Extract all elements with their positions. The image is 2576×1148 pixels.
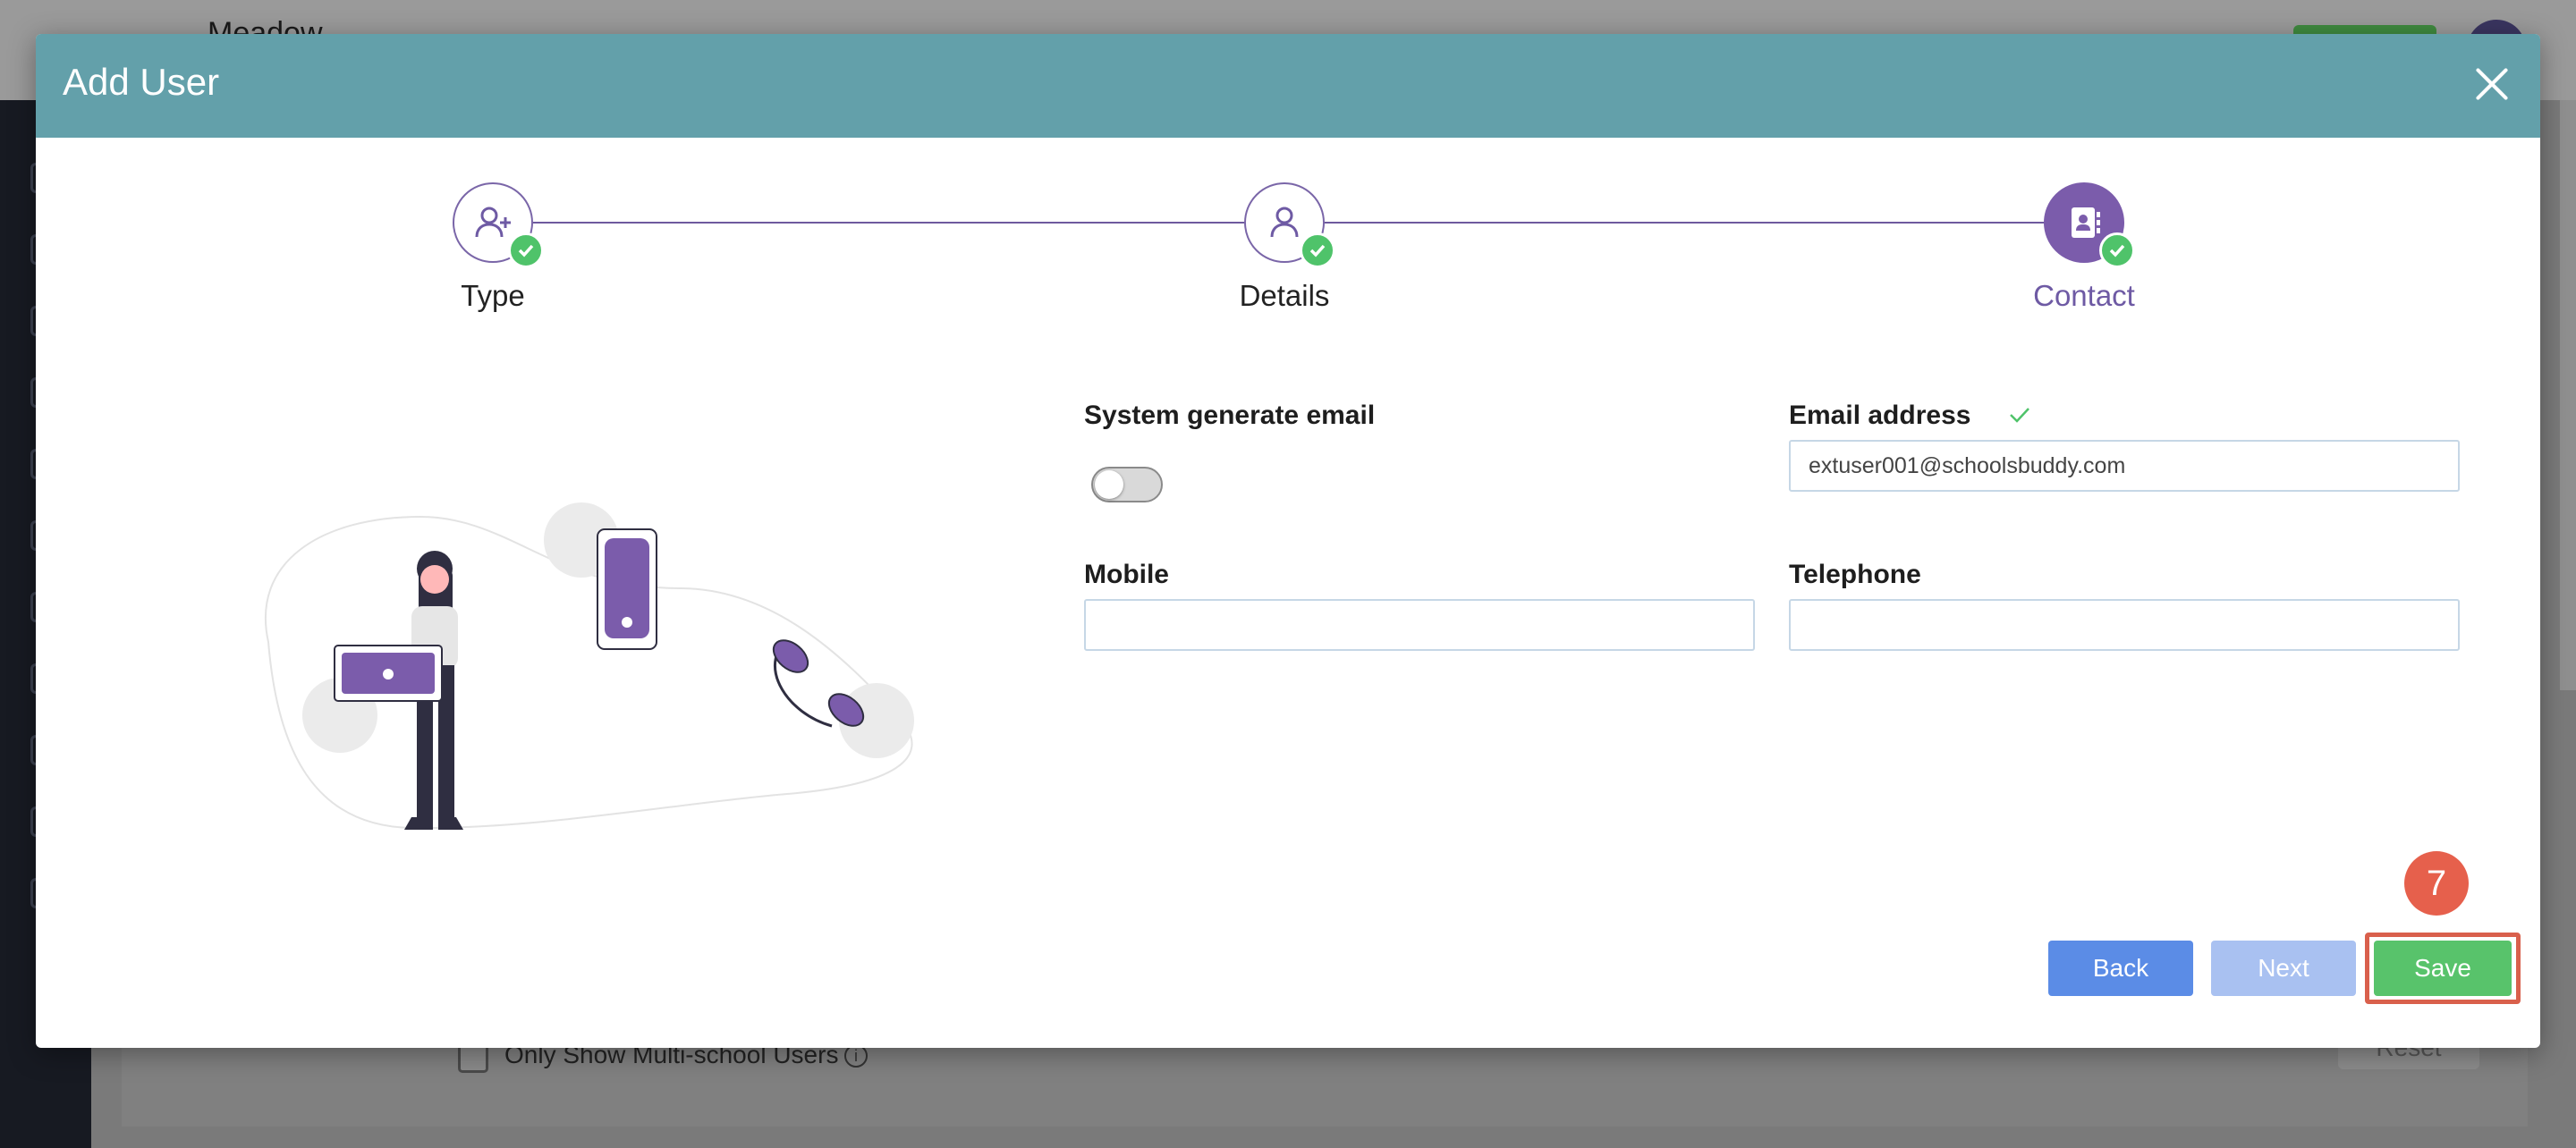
user-plus-icon xyxy=(475,207,511,238)
checkmark-icon xyxy=(518,244,534,257)
modal-header: Add User xyxy=(36,34,2540,138)
system-generate-email-label: System generate email xyxy=(1084,401,1376,430)
next-button[interactable]: Next xyxy=(2211,941,2356,996)
mobile-input[interactable] xyxy=(1084,599,1755,651)
mobile-label: Mobile xyxy=(1084,560,1169,589)
step-contact-circle xyxy=(2044,182,2135,268)
telephone-label: Telephone xyxy=(1789,560,1921,589)
step-details-circle xyxy=(1244,182,1335,268)
user-icon xyxy=(1270,207,1299,238)
step-contact-label: Contact xyxy=(2033,279,2135,312)
page-scrollbar[interactable] xyxy=(2560,100,2576,690)
tutorial-step-marker: 7 xyxy=(2404,851,2469,916)
step-complete-badge xyxy=(2099,232,2135,268)
stepper-connector xyxy=(533,222,1277,224)
step-contact[interactable]: Contact xyxy=(1995,182,2174,313)
step-details[interactable]: Details xyxy=(1195,182,1374,313)
toggle-knob xyxy=(1095,470,1123,499)
stepper-connector xyxy=(1322,222,2088,224)
step-type-label: Type xyxy=(461,279,525,312)
step-complete-badge xyxy=(508,232,544,268)
step-complete-badge xyxy=(1300,232,1335,268)
contact-book-icon xyxy=(2072,207,2100,238)
step-details-label: Details xyxy=(1239,279,1330,312)
checkmark-icon xyxy=(2109,244,2125,257)
email-address-input[interactable] xyxy=(1789,440,2460,492)
step-type-circle xyxy=(453,182,544,268)
email-address-label: Email address xyxy=(1789,401,1971,430)
step-type[interactable]: Type xyxy=(403,182,582,313)
back-button[interactable]: Back xyxy=(2048,941,2193,996)
contact-illustration xyxy=(264,502,914,830)
modal-title: Add User xyxy=(63,61,220,103)
save-button[interactable]: Save xyxy=(2374,941,2512,996)
checkmark-icon xyxy=(1309,244,1326,257)
telephone-input[interactable] xyxy=(1789,599,2460,651)
email-valid-check-icon xyxy=(2010,408,2029,423)
add-user-modal: Add User Type Details Contact System gen… xyxy=(36,34,2540,1048)
close-icon[interactable] xyxy=(2474,66,2510,102)
system-generate-email-toggle[interactable] xyxy=(1091,467,1163,502)
